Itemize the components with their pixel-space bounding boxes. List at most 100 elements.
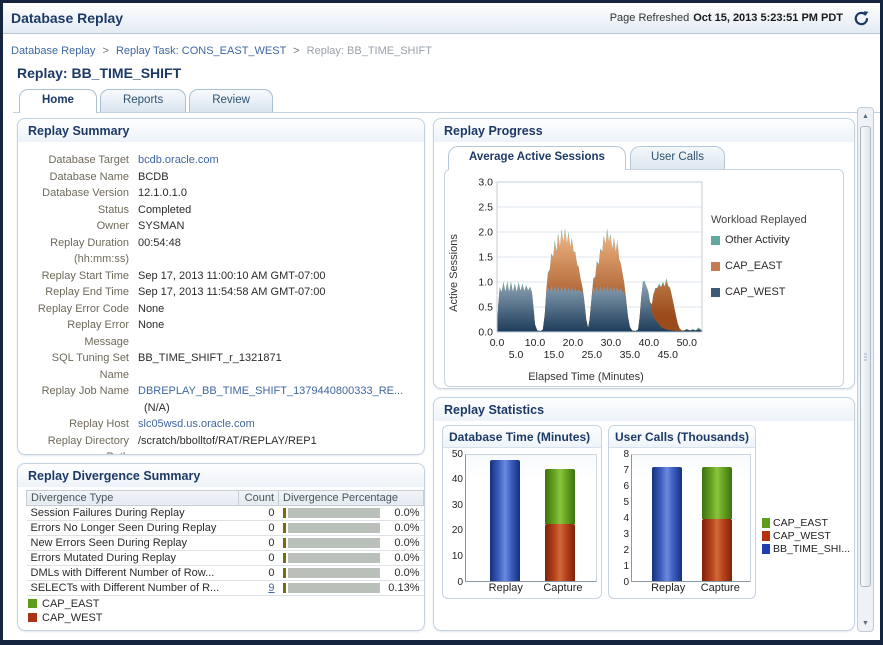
tab-user-calls[interactable]: User Calls [630,146,725,169]
pct-bar [288,568,380,578]
left-column: Replay Summary Database Target bcdb.orac… [17,118,425,631]
summary-value-link[interactable]: slc05wsd.us.oracle.com [138,418,255,430]
page-refreshed-label: Page Refreshed [610,12,690,24]
divergence-legend: CAP_EAST CAP_WEST [18,598,424,624]
field-value: DBREPLAY_BB_TIME_SHIFT_1379440800333_RE.… [138,383,416,416]
database-time-x-labels: ReplayCapture [465,582,601,598]
column-header-divergence-percentage[interactable]: Divergence Percentage [279,490,424,505]
table-row[interactable]: Errors Mutated During Replay0 0.0% [27,550,424,565]
divergence-count-link[interactable]: 9 [268,582,274,594]
replay-summary-fields: Database Target bcdb.oracle.com Database… [18,142,424,455]
database-time-title: Database Time (Minutes) [443,426,601,448]
legend-item: Other Activity [711,234,821,246]
table-row[interactable]: Session Failures During Replay0 0.0% [27,505,424,520]
bar-category-label: Replay [489,582,523,594]
summary-field: Database Version 12.1.0.1.0 [26,185,416,202]
page-refreshed-timestamp: Oct 15, 2013 5:23:51 PM PDT [693,12,843,24]
table-row[interactable]: SELECTs with Different Number of R...9 0… [27,580,424,595]
field-label: Replay Error Code [26,301,138,318]
scrollbar-up-arrow-icon[interactable]: ▲ [859,109,872,123]
active-sessions-chart-box: Active Sessions 0.00.51.01.52.02.53.00.0… [444,169,844,387]
replay-summary-panel: Replay Summary Database Target bcdb.orac… [17,118,425,455]
bar-capture-cap_east[interactable] [702,467,732,519]
field-value: BCDB [138,169,169,186]
tab-home[interactable]: Home [19,89,97,113]
bar-replay-bb_time_shift[interactable] [652,467,682,581]
pct-marker [283,568,286,578]
legend-swatch [711,288,720,297]
field-label: Database Name [26,169,138,186]
svg-text:45.0: 45.0 [658,349,679,361]
field-label: Replay Error Message [26,317,138,350]
field-value: 12.1.0.1.0 [138,185,187,202]
field-value: Completed [138,202,191,219]
user-calls-chart-box: User Calls (Thousands) 876543210 ReplayC… [608,425,756,599]
pct-bar [288,523,380,533]
legend-swatch [762,531,770,541]
right-column: Replay Progress Average Active Sessions … [433,118,855,631]
table-row[interactable]: Errors No Longer Seen During Replay0 0.0… [27,520,424,535]
bar-capture-cap_east[interactable] [545,469,575,524]
replay-statistics-title: Replay Statistics [434,398,854,421]
summary-field: Replay Error Message None [26,317,416,350]
database-time-bar-chart: 50403020100 [443,448,601,582]
bar-category-label: Capture [701,582,740,594]
svg-text:0.0: 0.0 [490,337,505,349]
field-value: 00:54:48 [138,235,181,268]
field-value: Sep 17, 2013 11:54:58 AM GMT-07:00 [138,284,326,301]
summary-field: Replay Job Name DBREPLAY_BB_TIME_SHIFT_1… [26,383,416,416]
legend-swatch [28,599,37,608]
pct-marker [283,523,286,533]
y-axis-ticks: 50403020100 [445,454,465,582]
tab-reports[interactable]: Reports [100,89,186,112]
workload-legend: Workload Replayed Other Activity CAP_EAS… [711,174,821,371]
column-header-count[interactable]: Count [239,490,279,505]
tab-review[interactable]: Review [189,89,273,112]
field-value: BB_TIME_SHIFT_r_1321871 [138,350,282,383]
table-row[interactable]: DMLs with Different Number of Row...0 0.… [27,565,424,580]
legend-item: CAP_WEST [762,530,850,542]
breadcrumb-database-replay[interactable]: Database Replay [11,45,95,57]
svg-text:40.0: 40.0 [639,337,660,349]
scrollbar-thumb[interactable] [860,126,871,587]
field-value: slc05wsd.us.oracle.com [138,416,255,433]
summary-field: Replay End Time Sep 17, 2013 11:54:58 AM… [26,284,416,301]
field-value: SYSMAN [138,218,184,235]
table-row[interactable]: New Errors Seen During Replay0 0.0% [27,535,424,550]
tab-average-active-sessions[interactable]: Average Active Sessions [448,146,626,170]
summary-field: Replay Directory Path /scratch/bbolltof/… [26,433,416,455]
pct-bar [288,508,380,518]
summary-field: Owner SYSMAN [26,218,416,235]
scrollbar-down-arrow-icon[interactable]: ▼ [859,616,872,630]
summary-value-link[interactable]: bcdb.oracle.com [138,154,219,166]
field-label: Replay End Time [26,284,138,301]
field-label: Owner [26,218,138,235]
refresh-icon[interactable] [853,10,870,27]
bar-capture-cap_west[interactable] [545,524,575,580]
bar-capture-cap_west[interactable] [702,519,732,581]
field-label: Replay Start Time [26,268,138,285]
scrollbar-grip-icon [864,353,867,360]
field-label: Database Target [26,152,138,169]
pct-marker [283,508,286,518]
bar-plot-area [631,454,751,582]
column-header-divergence-type[interactable]: Divergence Type [27,490,239,505]
statistics-legend: CAP_EAST CAP_WEST BB_TIME_SHI... [762,425,850,599]
legend-item: CAP_EAST [762,517,850,529]
field-value: bcdb.oracle.com [138,152,219,169]
field-label: Database Version [26,185,138,202]
bar-replay-bb_time_shift[interactable] [490,460,520,580]
legend-item: CAP_WEST [28,612,424,624]
replay-divergence-title: Replay Divergence Summary [18,464,424,487]
vertical-scrollbar[interactable]: ▲ ▼ [857,107,874,632]
replay-progress-panel: Replay Progress Average Active Sessions … [433,118,855,389]
svg-text:30.0: 30.0 [601,337,622,349]
content-area: Replay Summary Database Target bcdb.orac… [6,113,877,635]
summary-value-link[interactable]: DBREPLAY_BB_TIME_SHIFT_1379440800333_RE.… [138,385,403,397]
database-replay-page: Database Replay Page Refreshed Oct 15, 2… [0,0,883,645]
progress-tab-bar: Average Active Sessions User Calls [448,146,854,169]
x-axis-label: Elapsed Time (Minutes) [461,371,711,383]
breadcrumb-replay-task[interactable]: Replay Task: CONS_EAST_WEST [116,45,286,57]
field-label: Replay Host [26,416,138,433]
legend-title: Workload Replayed [711,214,821,226]
